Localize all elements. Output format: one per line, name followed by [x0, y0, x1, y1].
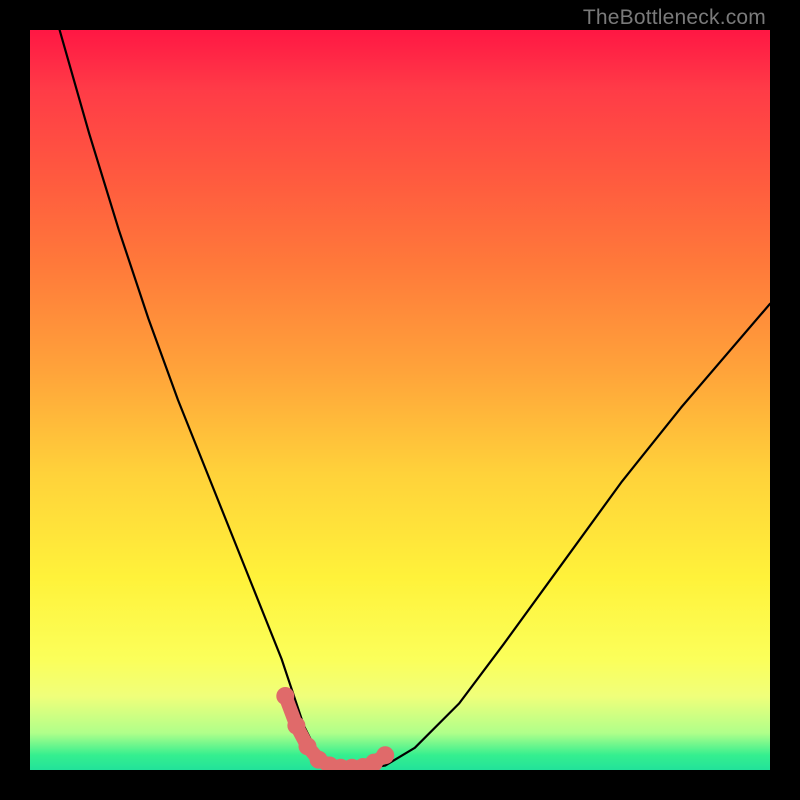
- bottleneck-curve-line: [60, 30, 770, 769]
- plot-area: [30, 30, 770, 770]
- chart-stage: TheBottleneck.com: [0, 0, 800, 800]
- curve-svg: [30, 30, 770, 770]
- valley-marker-dot: [276, 687, 294, 705]
- valley-marker-group: [276, 687, 394, 770]
- valley-marker-dot: [287, 717, 305, 735]
- valley-marker-dot: [376, 746, 394, 764]
- watermark-label: TheBottleneck.com: [583, 6, 766, 30]
